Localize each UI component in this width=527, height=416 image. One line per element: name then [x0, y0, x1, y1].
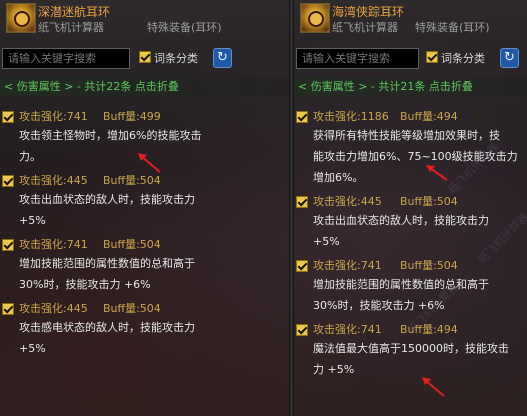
entry-description: 攻击出血状态的敌人时，技能攻击力 +5%	[19, 189, 285, 231]
entry-meta: 攻击强化:445 Buff量:504	[19, 300, 289, 317]
category-checkbox[interactable]	[139, 51, 151, 63]
category-checkbox[interactable]	[426, 51, 438, 63]
category-checkbox-label: 词条分类	[441, 52, 485, 65]
buff-value: Buff量:504	[400, 259, 458, 272]
group-header-damage[interactable]: < 伤害属性 > - 共计21条 点击折叠	[294, 78, 527, 96]
entry-meta: 攻击强化:445 Buff量:504	[19, 172, 289, 189]
entry-checkbox[interactable]	[296, 196, 308, 208]
search-row: 词条分类 ↻	[294, 48, 527, 72]
group-header-label: < 伤害属性 > - 共计22条 点击折叠	[4, 80, 179, 93]
category-checkbox-label: 词条分类	[154, 52, 198, 65]
entry-description: 获得所有特性技能等级增加效果时，技能攻击力增加6%、75~100级技能攻击力 增加…	[313, 125, 523, 188]
earring-icon	[300, 3, 330, 33]
entry-checkbox[interactable]	[2, 175, 14, 187]
description-line: 力 +5%	[313, 363, 355, 376]
description-line: 获得所有特性技能等级增加效果时，技	[313, 129, 500, 142]
buff-value: Buff量:504	[103, 174, 161, 187]
item-category: 特殊装备(耳环)	[415, 21, 490, 34]
entry-meta: 攻击强化:741 Buff量:499	[19, 108, 289, 125]
entry-description: 魔法值最大值高于150000时，技能攻击力 +5%	[313, 338, 523, 380]
entry-item: 攻击强化:445 Buff量:504 攻击出血状态的敌人时，技能攻击力 +5%	[294, 193, 527, 252]
entry-item: 攻击强化:741 Buff量:504 增加技能范围的属性数值的总和高于 30%时，技能…	[0, 236, 289, 295]
description-line: +5%	[19, 342, 46, 355]
entry-meta: 攻击强化:741 Buff量:494	[313, 321, 527, 338]
attack-enhance-value: 攻击强化:741	[19, 110, 88, 123]
buff-value: Buff量:499	[103, 110, 161, 123]
buff-value: Buff量:504	[103, 238, 161, 251]
description-line: 攻击出血状态的敌人时，技能攻击力	[19, 193, 195, 206]
item-header: 海湾侠踪耳环 纸飞机计算器 特殊装备(耳环)	[294, 0, 527, 38]
entry-meta: 攻击强化:445 Buff量:504	[313, 193, 527, 210]
entry-item: 攻击强化:445 Buff量:504 攻击出血状态的敌人时，技能攻击力 +5%	[0, 172, 289, 231]
item-title: 深潜迷航耳环	[38, 5, 111, 19]
description-line: 增加技能范围的属性数值的总和高于	[313, 278, 489, 291]
item-subtitle: 纸飞机计算器	[332, 21, 398, 34]
search-input[interactable]	[296, 48, 419, 69]
entry-checkbox[interactable]	[296, 260, 308, 272]
search-row: 词条分类 ↻	[0, 48, 289, 72]
refresh-icon[interactable]: ↻	[500, 48, 519, 68]
attack-enhance-value: 攻击强化:445	[19, 174, 88, 187]
group-header-label: < 伤害属性 > - 共计21条 点击折叠	[298, 80, 473, 93]
annotation-arrow	[426, 165, 448, 181]
entry-description: 攻击出血状态的敌人时，技能攻击力 +5%	[313, 210, 523, 252]
description-line: +5%	[313, 235, 340, 248]
entry-checkbox[interactable]	[2, 111, 14, 123]
entry-meta: 攻击强化:1186 Buff量:494	[313, 108, 527, 125]
description-line: 攻击出血状态的敌人时，技能攻击力	[313, 214, 489, 227]
buff-value: Buff量:504	[103, 302, 161, 315]
description-line: +5%	[19, 214, 46, 227]
attack-enhance-value: 攻击强化:1186	[313, 110, 389, 123]
attack-enhance-value: 攻击强化:445	[313, 195, 382, 208]
entry-item: 攻击强化:741 Buff量:504 增加技能范围的属性数值的总和高于 30%时，技能…	[294, 257, 527, 316]
buff-value: Buff量:494	[400, 323, 458, 336]
description-line: 增加技能范围的属性数值的总和高于	[19, 257, 195, 270]
entry-list: 攻击强化:1186 Buff量:494 获得所有特性技能等级增加效果时，技能攻击力增…	[294, 108, 527, 385]
entry-item: 攻击强化:1186 Buff量:494 获得所有特性技能等级增加效果时，技能攻击力增…	[294, 108, 527, 188]
buff-value: Buff量:494	[400, 110, 458, 123]
attack-enhance-value: 攻击强化:445	[19, 302, 88, 315]
entry-checkbox[interactable]	[2, 239, 14, 251]
entry-list: 攻击强化:741 Buff量:499 攻击领主怪物时，增加6%的技能攻击 力。 攻击强化…	[0, 108, 289, 364]
item-category: 特殊装备(耳环)	[147, 21, 222, 34]
entry-meta: 攻击强化:741 Buff量:504	[313, 257, 527, 274]
group-header-damage[interactable]: < 伤害属性 > - 共计22条 点击折叠	[0, 78, 289, 96]
search-input[interactable]	[2, 48, 130, 69]
item-title: 海湾侠踪耳环	[332, 5, 405, 19]
description-line: 攻击领主怪物时，增加6%的技能攻击	[19, 129, 202, 142]
entry-item: 攻击强化:741 Buff量:494 魔法值最大值高于150000时，技能攻击力 +…	[294, 321, 527, 380]
description-line: 30%时，技能攻击力 +6%	[313, 299, 445, 312]
annotation-arrow	[422, 377, 445, 397]
attack-enhance-value: 攻击强化:741	[313, 323, 382, 336]
entry-description: 攻击感电状态的敌人时，技能攻击力 +5%	[19, 317, 285, 359]
entry-checkbox[interactable]	[296, 324, 308, 336]
entry-meta: 攻击强化:741 Buff量:504	[19, 236, 289, 253]
description-line: 魔法值最大值高于150000时，技能攻击	[313, 342, 509, 355]
description-line: 能攻击力增加6%、75~100级技能攻击力	[313, 150, 518, 163]
item-header: 深潜迷航耳环 纸飞机计算器 特殊装备(耳环)	[0, 0, 289, 38]
buff-value: Buff量:504	[400, 195, 458, 208]
refresh-icon[interactable]: ↻	[213, 48, 232, 68]
entry-description: 增加技能范围的属性数值的总和高于 30%时，技能攻击力 +6%	[19, 253, 285, 295]
entry-description: 增加技能范围的属性数值的总和高于 30%时，技能攻击力 +6%	[313, 274, 523, 316]
entry-item: 攻击强化:445 Buff量:504 攻击感电状态的敌人时，技能攻击力 +5%	[0, 300, 289, 359]
attack-enhance-value: 攻击强化:741	[19, 238, 88, 251]
earring-icon	[6, 3, 36, 33]
entry-checkbox[interactable]	[2, 303, 14, 315]
description-line: 攻击感电状态的敌人时，技能攻击力	[19, 321, 195, 334]
attack-enhance-value: 攻击强化:741	[313, 259, 382, 272]
entry-checkbox[interactable]	[296, 111, 308, 123]
left-item-panel: 深潜迷航耳环 纸飞机计算器 特殊装备(耳环) 词条分类 ↻ < 伤害属性 > -…	[0, 0, 289, 416]
description-line: 30%时，技能攻击力 +6%	[19, 278, 151, 291]
item-subtitle: 纸飞机计算器	[38, 21, 104, 34]
right-item-panel: 海湾侠踪耳环 纸飞机计算器 特殊装备(耳环) 词条分类 ↻ < 伤害属性 > -…	[294, 0, 527, 416]
description-line: 增加6%。	[313, 171, 364, 184]
annotation-arrow	[138, 153, 161, 173]
